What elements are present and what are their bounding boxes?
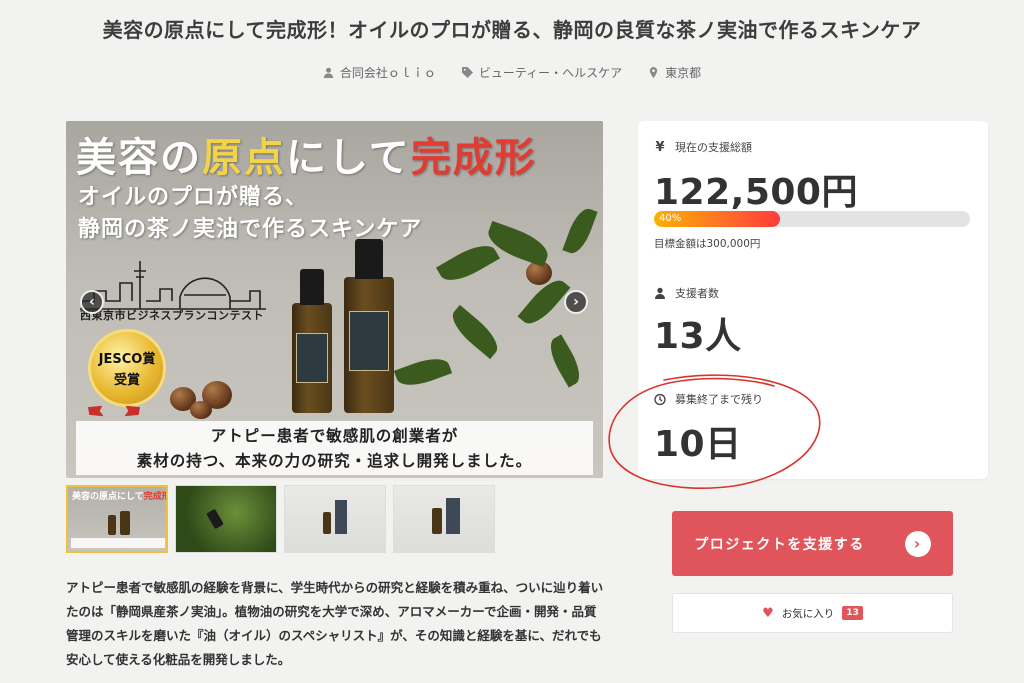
hero-headline-part: にして bbox=[286, 134, 411, 181]
project-description: アトピー患者で敏感肌の経験を背景に、学生時代からの研究と経験を積み重ね、ついに辿… bbox=[66, 580, 604, 667]
product-bottle-large bbox=[344, 239, 394, 413]
hero-headline-part: 美容の bbox=[76, 134, 202, 181]
hero-caption-line-1: アトピー患者で敏感肌の創業者が bbox=[210, 426, 459, 445]
map-pin-icon bbox=[649, 67, 658, 78]
clock-icon bbox=[654, 393, 666, 405]
remaining-label: 募集終了まで残り bbox=[675, 393, 763, 406]
goal-amount: 目標金額は300,000円 bbox=[654, 238, 761, 250]
thumbnail-bottle bbox=[108, 515, 116, 535]
main-visual[interactable]: 美容の原点にして完成形 オイルのプロが贈る、 静岡の茶ノ実油で作るスキンケア 西… bbox=[66, 121, 603, 478]
project-title: 美容の原点にして完成形！オイルのプロが贈る、静岡の良質な茶ノ実油で作るスキンケア bbox=[102, 18, 922, 42]
tea-seed-image bbox=[190, 401, 212, 419]
thumbnail-3[interactable] bbox=[284, 485, 386, 553]
hero-headline-highlight: 原点 bbox=[202, 134, 286, 181]
backers-label: 支援者数 bbox=[675, 287, 719, 300]
hero-caption-line-2: 素材の持つ、本来の力の研究・追求し開発しました。 bbox=[136, 451, 533, 470]
hero-headline-accent: 完成形 bbox=[410, 134, 537, 181]
favorite-label: お気に入り bbox=[781, 607, 835, 620]
raised-label: 現在の支援総額 bbox=[675, 141, 752, 154]
thumbnail-caption bbox=[71, 538, 165, 548]
award-medal: JESCO賞 受賞 bbox=[88, 329, 166, 407]
thumbnail-box bbox=[446, 498, 460, 534]
support-project-button[interactable]: プロジェクトを支援する › bbox=[672, 511, 953, 576]
yen-icon: ¥ bbox=[655, 139, 665, 155]
thumbnail-bottle bbox=[432, 508, 442, 534]
hero-headline: 美容の原点にして完成形 bbox=[76, 125, 537, 183]
thumbnail-bottle bbox=[120, 511, 130, 535]
leaf-image bbox=[436, 237, 500, 289]
stats-panel: ¥ 現在の支援総額 122,500円 40% 目標金額は300,000円 支援者… bbox=[638, 121, 988, 479]
raised-value: 122,500円 bbox=[654, 172, 858, 213]
raised-label-row: ¥ 現在の支援総額 bbox=[654, 139, 752, 155]
chevron-right-icon: › bbox=[904, 530, 931, 557]
category-name: ビューティー・ヘルスケア bbox=[478, 66, 623, 80]
category-meta[interactable]: ビューティー・ヘルスケア bbox=[461, 64, 623, 81]
leaf-image bbox=[393, 352, 453, 392]
remaining-value: 10日 bbox=[654, 424, 742, 465]
thumbnail-2[interactable] bbox=[175, 485, 277, 553]
ribbon-icon bbox=[88, 405, 140, 417]
award-title: JESCO賞 bbox=[98, 352, 156, 367]
leaf-image bbox=[543, 334, 587, 388]
leaf-image bbox=[562, 205, 598, 257]
thumbnail-bottle bbox=[206, 508, 224, 530]
favorite-count-badge: 13 bbox=[842, 606, 863, 620]
hero-caption: アトピー患者で敏感肌の創業者が 素材の持つ、本来の力の研究・追求し開発しました。 bbox=[76, 421, 593, 475]
location-meta[interactable]: 東京都 bbox=[648, 64, 701, 81]
funding-progress-bar: 40% bbox=[654, 211, 970, 227]
favorite-button[interactable]: ♥ お気に入り 13 bbox=[672, 593, 953, 633]
thumbnail-1[interactable]: 美容の原点にして完成形 bbox=[66, 485, 168, 553]
carousel-next-button[interactable]: › bbox=[564, 290, 588, 314]
contest-name: 西東京市ビジネスプランコンテスト bbox=[80, 309, 264, 322]
thumbnail-strip: 美容の原点にして完成形 bbox=[66, 485, 495, 553]
user-icon bbox=[323, 67, 333, 78]
project-meta: 合同会社ｏｌｉｏ ビューティー・ヘルスケア 東京都 bbox=[0, 64, 1024, 81]
backers-value: 13人 bbox=[654, 316, 742, 357]
support-button-label: プロジェクトを支援する bbox=[694, 536, 865, 553]
award-subtitle: 受賞 bbox=[113, 373, 140, 388]
product-bottle-small bbox=[292, 269, 332, 413]
remaining-label-row: 募集終了まで残り bbox=[654, 391, 763, 407]
user-icon bbox=[654, 287, 666, 299]
funding-progress-fill: 40% bbox=[654, 211, 781, 227]
owner-meta[interactable]: 合同会社ｏｌｉｏ bbox=[323, 64, 436, 81]
owner-name: 合同会社ｏｌｉｏ bbox=[339, 66, 436, 80]
carousel-prev-button[interactable]: ‹ bbox=[80, 290, 104, 314]
thumbnail-4[interactable] bbox=[393, 485, 495, 553]
heart-icon: ♥ bbox=[762, 605, 774, 621]
location-name: 東京都 bbox=[665, 66, 702, 80]
thumbnail-1-image: 美容の原点にして完成形 bbox=[72, 492, 166, 502]
thumbnail-box bbox=[335, 500, 347, 534]
backers-label-row: 支援者数 bbox=[654, 285, 719, 301]
progress-percent: 40% bbox=[659, 213, 682, 224]
tag-icon bbox=[461, 67, 473, 78]
leaf-image bbox=[445, 304, 505, 360]
thumbnail-bottle bbox=[323, 512, 331, 534]
hero-subline-1: オイルのプロが贈る、 bbox=[78, 184, 309, 210]
